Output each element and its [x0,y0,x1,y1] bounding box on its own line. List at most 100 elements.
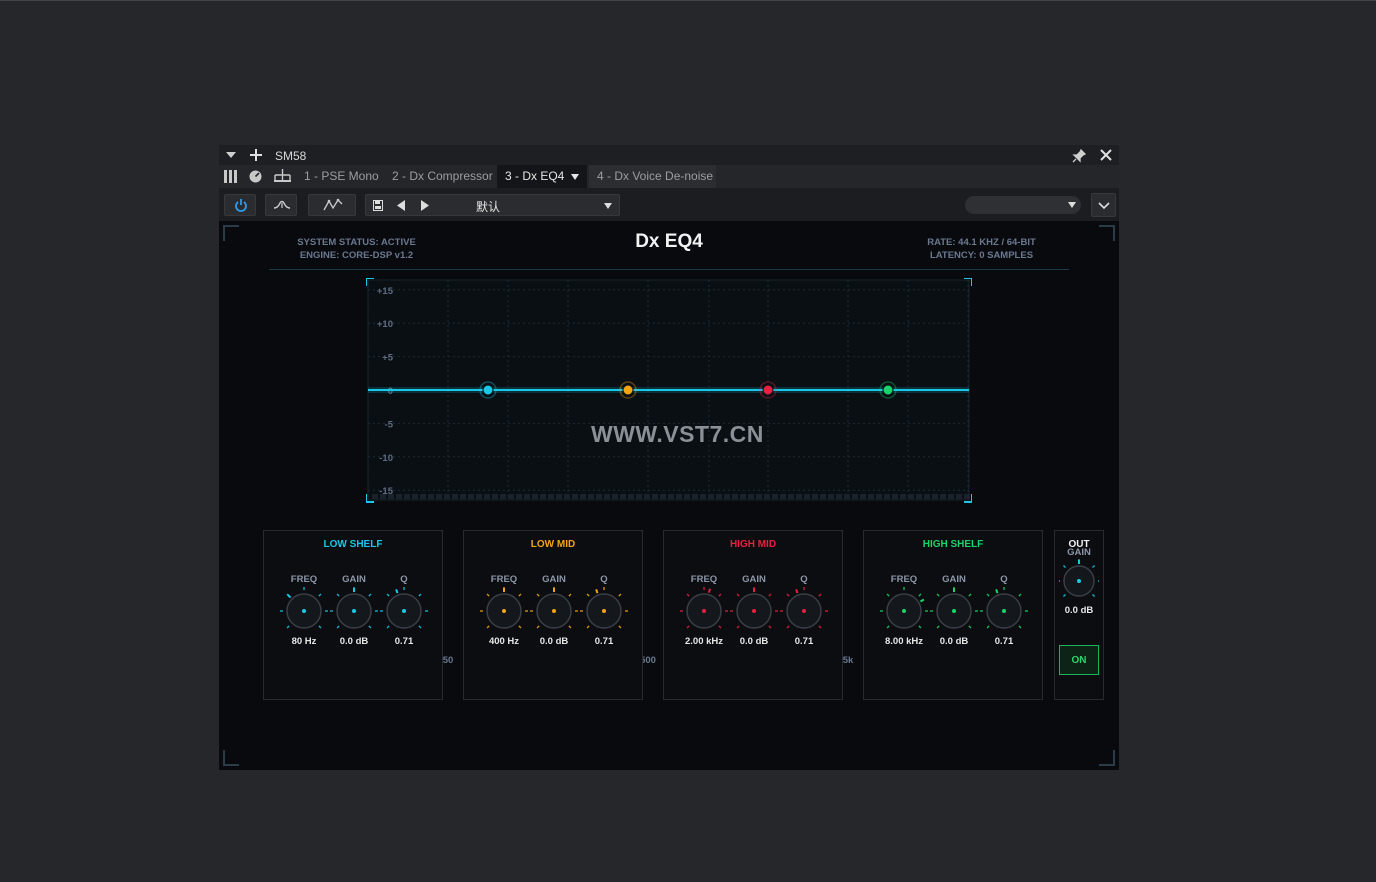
prev-preset-icon[interactable] [397,200,405,211]
freq-knob[interactable] [279,586,329,636]
knob-center [752,609,756,613]
knob-tick [936,593,940,597]
chevron-down-icon[interactable] [226,151,236,159]
pin-icon[interactable] [1072,149,1086,163]
tab-dx-eq4[interactable]: 3 - Dx EQ4 [497,165,587,188]
preset-bar: 默认 [365,194,620,216]
knob-center [302,609,306,613]
knob-tick [768,593,772,597]
knob-pointer [795,589,799,594]
window-title: SM58 [275,149,307,163]
freq-label: FREQ [690,574,718,585]
spectrum-bar [652,494,658,499]
freq-tick-label: 50 [442,655,454,666]
db-tick-label: -5 [385,419,394,430]
knob-tick [418,593,422,597]
on-button[interactable]: ON [1059,645,1099,675]
knob-tick [486,593,490,597]
q-knob[interactable] [379,586,429,636]
q-label: Q [600,574,608,585]
q-knob[interactable] [579,586,629,636]
eq-response-graph[interactable]: +15+10+50-5-10-15 [366,278,972,510]
tab-pse-mono[interactable]: 1 - PSE Mono [296,165,387,188]
spectrum-bar [452,494,458,499]
knob-center [1002,609,1006,613]
preset-select[interactable] [965,196,1081,214]
q-value: 0.71 [594,636,614,647]
next-preset-icon[interactable] [421,200,429,211]
output-gain-knob[interactable] [1059,559,1099,603]
plus-icon[interactable] [250,149,262,161]
knob-tick [736,593,740,597]
knob-tick [786,593,790,597]
spectrum-bar [588,494,594,499]
band-low-shelf: LOW SHELF FREQ GAIN Q 80 Hz 0.0 dB 0.71 [263,530,443,700]
q-value: 0.71 [994,636,1014,647]
band-node[interactable] [622,384,634,396]
gain-knob[interactable] [329,586,379,636]
rack-icon[interactable] [224,170,238,183]
knob-tick [318,593,322,597]
knob-center [902,609,906,613]
knob-center [402,609,406,613]
spectrum-bar [932,494,938,499]
spectrum-bar [532,494,538,499]
freq-tick-label: 5k [842,655,854,666]
knob-pointer [995,589,999,594]
q-knob[interactable] [979,586,1029,636]
plugin-window: SM58 1 - PSE Mono 2 - Dx Compressor 3 - … [219,145,1119,770]
knob-tick [536,625,540,629]
spectrum-bar [372,494,378,499]
knob-tick [918,593,922,597]
power-button[interactable] [224,194,256,216]
freq-knob[interactable] [679,586,729,636]
q-knob[interactable] [779,586,829,636]
spectrum-bar [796,494,802,499]
spectrum-bar [444,494,450,499]
routing-icon[interactable] [274,169,291,183]
tab-dx-voice-denoise[interactable]: 4 - Dx Voice De-noise [589,165,716,188]
band-node[interactable] [482,384,494,396]
freq-knob[interactable] [879,586,929,636]
knob-tick [936,625,940,629]
band-node[interactable] [882,384,894,396]
spectrum-bar [772,494,778,499]
spectrum-bar [492,494,498,499]
freq-knob[interactable] [479,586,529,636]
knob-pointer [707,588,711,593]
spectrum-bar [884,494,890,499]
band-node[interactable] [762,384,774,396]
gain-knob[interactable] [729,586,779,636]
spectrum-bar [380,494,386,499]
automation-button[interactable] [308,194,356,216]
expand-button[interactable] [1091,193,1116,217]
freq-label: FREQ [290,574,318,585]
chevron-down-icon[interactable] [604,203,612,209]
spectrum-bar [460,494,466,499]
knob-tick [518,593,522,597]
band-title: LOW MID [530,539,576,550]
tab-dx-compressor[interactable]: 2 - Dx Compressor [384,165,501,188]
close-icon[interactable] [1100,149,1112,161]
spectrum-bar [844,494,850,499]
knob-tick [518,625,522,629]
knob-center [502,609,506,613]
save-icon[interactable] [373,200,383,211]
spectrum-bar [748,494,754,499]
chevron-down-icon[interactable] [571,174,579,180]
spectrum-bar [612,494,618,499]
spectrum-bar [500,494,506,499]
gain-knob[interactable] [529,586,579,636]
gain-label: GAIN [742,574,766,585]
bypass-curve-button[interactable] [265,194,297,216]
preset-name[interactable]: 默认 [476,198,500,215]
db-tick-label: +15 [377,286,394,297]
spectrum-bar [564,494,570,499]
output-gain-label: GAIN [1067,547,1091,558]
knob-tick [718,593,722,597]
db-tick-label: +5 [382,353,394,364]
meter-icon[interactable] [249,170,262,183]
db-tick-label: -10 [379,453,393,464]
gain-knob[interactable] [929,586,979,636]
q-value: 0.71 [794,636,814,647]
